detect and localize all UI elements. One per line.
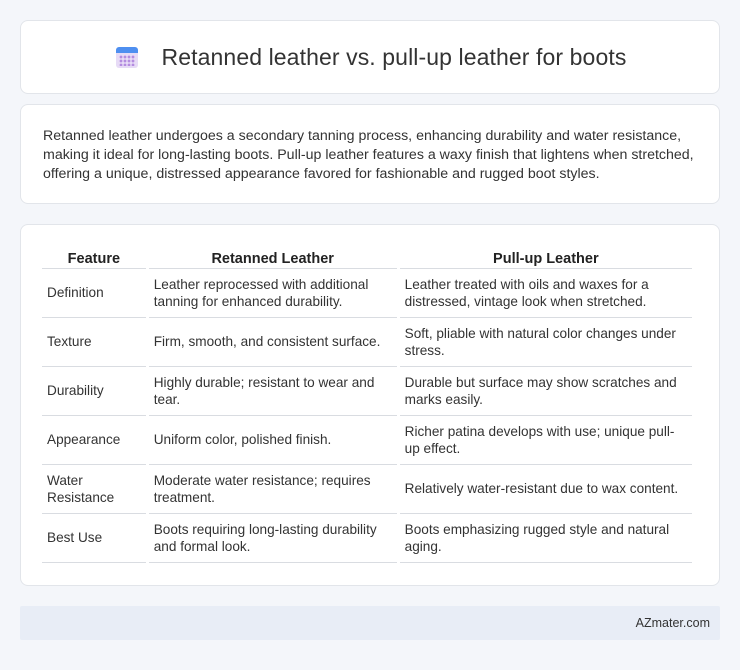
feature-cell: Best Use	[42, 514, 146, 563]
table-row: Best Use Boots requiring long-lasting du…	[42, 514, 692, 563]
pullup-cell: Boots emphasizing rugged style and natur…	[399, 514, 692, 563]
header-feature: Feature	[42, 245, 146, 269]
footer-brand[interactable]: AZmater.com	[636, 616, 710, 630]
feature-cell: Definition	[42, 269, 146, 318]
title-wrap: Retanned leather vs. pull-up leather for…	[114, 44, 627, 71]
retanned-cell: Uniform color, polished finish.	[148, 416, 397, 465]
header-pullup: Pull-up Leather	[399, 245, 692, 269]
header-retanned: Retanned Leather	[148, 245, 397, 269]
comparison-card: Feature Retanned Leather Pull-up Leather…	[20, 224, 720, 586]
retanned-cell: Highly durable; resistant to wear and te…	[148, 367, 397, 416]
retanned-cell: Firm, smooth, and consistent surface.	[148, 318, 397, 367]
pullup-cell: Leather treated with oils and waxes for …	[399, 269, 692, 318]
feature-cell: Durability	[42, 367, 146, 416]
footer: AZmater.com	[20, 606, 720, 640]
retanned-cell: Boots requiring long-lasting durability …	[148, 514, 397, 563]
pullup-cell: Durable but surface may show scratches a…	[399, 367, 692, 416]
calendar-icon	[114, 44, 140, 70]
pullup-cell: Relatively water-resistant due to wax co…	[399, 465, 692, 514]
table-row: Durability Highly durable; resistant to …	[42, 367, 692, 416]
intro-card: Retanned leather undergoes a secondary t…	[20, 104, 720, 204]
feature-cell: Appearance	[42, 416, 146, 465]
pullup-cell: Richer patina develops with use; unique …	[399, 416, 692, 465]
table-header-row: Feature Retanned Leather Pull-up Leather	[42, 245, 692, 269]
feature-cell: Texture	[42, 318, 146, 367]
table-row: Texture Firm, smooth, and consistent sur…	[42, 318, 692, 367]
retanned-cell: Moderate water resistance; requires trea…	[148, 465, 397, 514]
retanned-cell: Leather reprocessed with additional tann…	[148, 269, 397, 318]
page-title: Retanned leather vs. pull-up leather for…	[161, 43, 627, 70]
intro-text: Retanned leather undergoes a secondary t…	[43, 128, 694, 182]
title-card: Retanned leather vs. pull-up leather for…	[20, 20, 720, 94]
pullup-cell: Soft, pliable with natural color changes…	[399, 318, 692, 367]
table-row: Definition Leather reprocessed with addi…	[42, 269, 692, 318]
comparison-table: Feature Retanned Leather Pull-up Leather…	[39, 245, 695, 563]
table-row: Appearance Uniform color, polished finis…	[42, 416, 692, 465]
table-row: Water Resistance Moderate water resistan…	[42, 465, 692, 514]
feature-cell: Water Resistance	[42, 465, 146, 514]
